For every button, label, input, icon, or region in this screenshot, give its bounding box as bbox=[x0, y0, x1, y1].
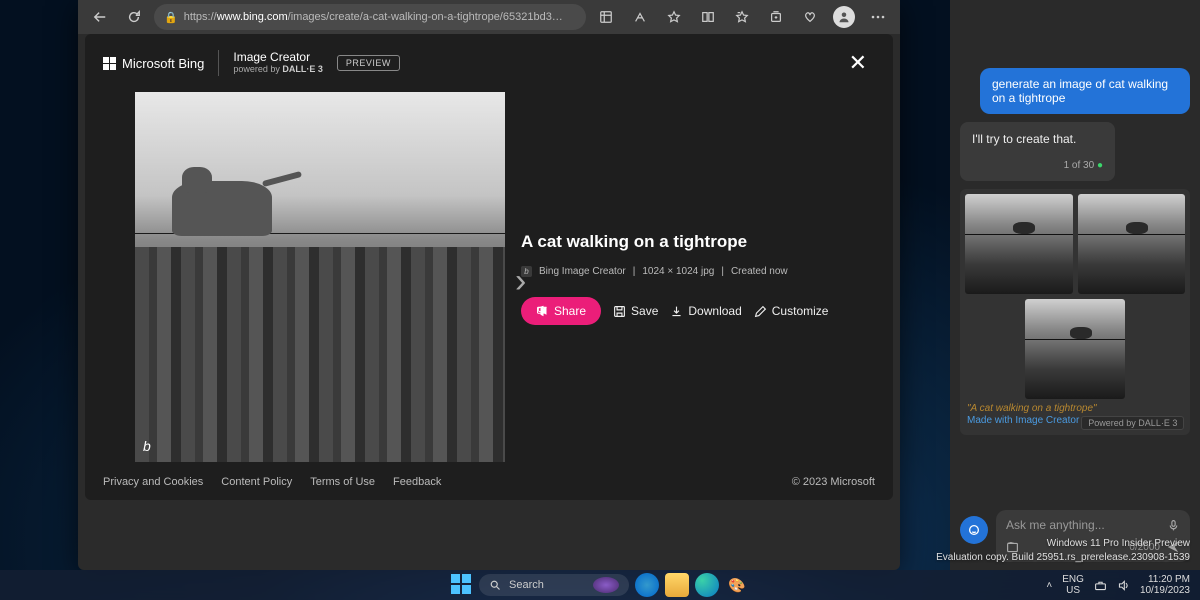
clock[interactable]: 11:20 PM10/19/2023 bbox=[1140, 574, 1190, 596]
refresh-button[interactable] bbox=[120, 3, 148, 31]
language-indicator[interactable]: ENGUS bbox=[1062, 574, 1084, 596]
more-button[interactable] bbox=[864, 3, 892, 31]
mic-icon[interactable] bbox=[1167, 519, 1180, 532]
image-title: A cat walking on a tightrope bbox=[521, 232, 843, 252]
tray-chevron-icon[interactable]: ˄ bbox=[1046, 580, 1052, 591]
image-creator-page: Microsoft Bing Image Creator powered by … bbox=[85, 34, 893, 500]
product-title: Image Creator powered by DALL·E 3 bbox=[233, 51, 323, 74]
footer-privacy[interactable]: Privacy and Cookies bbox=[103, 476, 203, 488]
bing-watermark: b bbox=[143, 438, 151, 454]
footer-content-policy[interactable]: Content Policy bbox=[221, 476, 292, 488]
action-bar: Share Save Download Customize bbox=[521, 297, 843, 325]
lock-icon: 🔒 bbox=[164, 11, 178, 24]
logo-text: Microsoft Bing bbox=[122, 56, 204, 71]
image-details: A cat walking on a tightrope b Bing Imag… bbox=[521, 92, 843, 462]
powered-badge: Powered by DALL·E 3 bbox=[1081, 416, 1184, 430]
preview-badge: PREVIEW bbox=[337, 55, 400, 71]
taskbar-search[interactable]: Search bbox=[479, 574, 629, 596]
image-results-card: "A cat walking on a tightrope" Made with… bbox=[960, 189, 1190, 435]
taskbar: Search 🎨 ˄ ENGUS 11:20 PM10/19/2023 bbox=[0, 570, 1200, 600]
bing-logo[interactable]: Microsoft Bing bbox=[103, 56, 204, 71]
url-text: https://www.bing.com/images/create/a-cat… bbox=[184, 11, 576, 23]
copilot-sidebar: generate an image of cat walking on a ti… bbox=[950, 0, 1200, 570]
app-install-icon[interactable] bbox=[592, 3, 620, 31]
search-highlight-icon bbox=[593, 577, 619, 593]
chat-placeholder: Ask me anything... bbox=[1006, 518, 1161, 532]
url-field[interactable]: 🔒 https://www.bing.com/images/create/a-c… bbox=[154, 4, 586, 30]
page-body: b › A cat walking on a tightrope b Bing … bbox=[85, 92, 893, 462]
ai-message: I'll try to create that. 1 of 30 ● bbox=[960, 122, 1115, 181]
heartbeat-icon[interactable] bbox=[796, 3, 824, 31]
favorite-icon[interactable] bbox=[660, 3, 688, 31]
read-aloud-icon[interactable] bbox=[626, 3, 654, 31]
footer-copyright: © 2023 Microsoft bbox=[792, 476, 875, 488]
result-thumb-3[interactable] bbox=[1025, 299, 1125, 399]
footer-feedback[interactable]: Feedback bbox=[393, 476, 441, 488]
microsoft-icon bbox=[103, 57, 116, 70]
windows-build-watermark: Windows 11 Pro Insider Preview Evaluatio… bbox=[936, 537, 1190, 565]
customize-button[interactable]: Customize bbox=[754, 304, 829, 318]
edge-icon[interactable] bbox=[695, 573, 719, 597]
message-count: 1 of 30 ● bbox=[972, 160, 1103, 171]
share-button[interactable]: Share bbox=[521, 297, 601, 325]
collections-icon[interactable] bbox=[762, 3, 790, 31]
network-icon[interactable] bbox=[1094, 579, 1107, 592]
back-button[interactable] bbox=[86, 3, 114, 31]
close-button[interactable]: ✕ bbox=[841, 46, 875, 80]
footer-terms[interactable]: Terms of Use bbox=[310, 476, 375, 488]
generated-image[interactable]: b bbox=[135, 92, 505, 462]
file-explorer-icon[interactable] bbox=[665, 573, 689, 597]
browser-window: 🔒 https://www.bing.com/images/create/a-c… bbox=[78, 0, 900, 570]
result-thumb-1[interactable] bbox=[965, 194, 1073, 294]
download-button[interactable]: Download bbox=[670, 304, 741, 318]
address-bar: 🔒 https://www.bing.com/images/create/a-c… bbox=[78, 0, 900, 34]
copilot-taskbar-icon[interactable] bbox=[635, 573, 659, 597]
favorites-list-icon[interactable] bbox=[728, 3, 756, 31]
profile-button[interactable] bbox=[830, 3, 858, 31]
image-meta: b Bing Image Creator | 1024 × 1024 jpg |… bbox=[521, 266, 843, 277]
page-footer: Privacy and Cookies Content Policy Terms… bbox=[85, 464, 893, 500]
start-button[interactable] bbox=[451, 574, 473, 596]
paint-icon[interactable]: 🎨 bbox=[725, 573, 749, 597]
user-message: generate an image of cat walking on a ti… bbox=[980, 68, 1190, 114]
volume-icon[interactable] bbox=[1117, 579, 1130, 592]
split-screen-icon[interactable] bbox=[694, 3, 722, 31]
save-button[interactable]: Save bbox=[613, 304, 658, 318]
page-header: Microsoft Bing Image Creator powered by … bbox=[85, 34, 893, 92]
result-thumb-2[interactable] bbox=[1078, 194, 1186, 294]
next-image-button[interactable]: › bbox=[515, 262, 526, 301]
image-creator-link[interactable]: Made with Image Creator bbox=[965, 415, 1081, 430]
result-caption: "A cat walking on a tightrope" bbox=[965, 399, 1185, 414]
divider bbox=[218, 50, 219, 76]
